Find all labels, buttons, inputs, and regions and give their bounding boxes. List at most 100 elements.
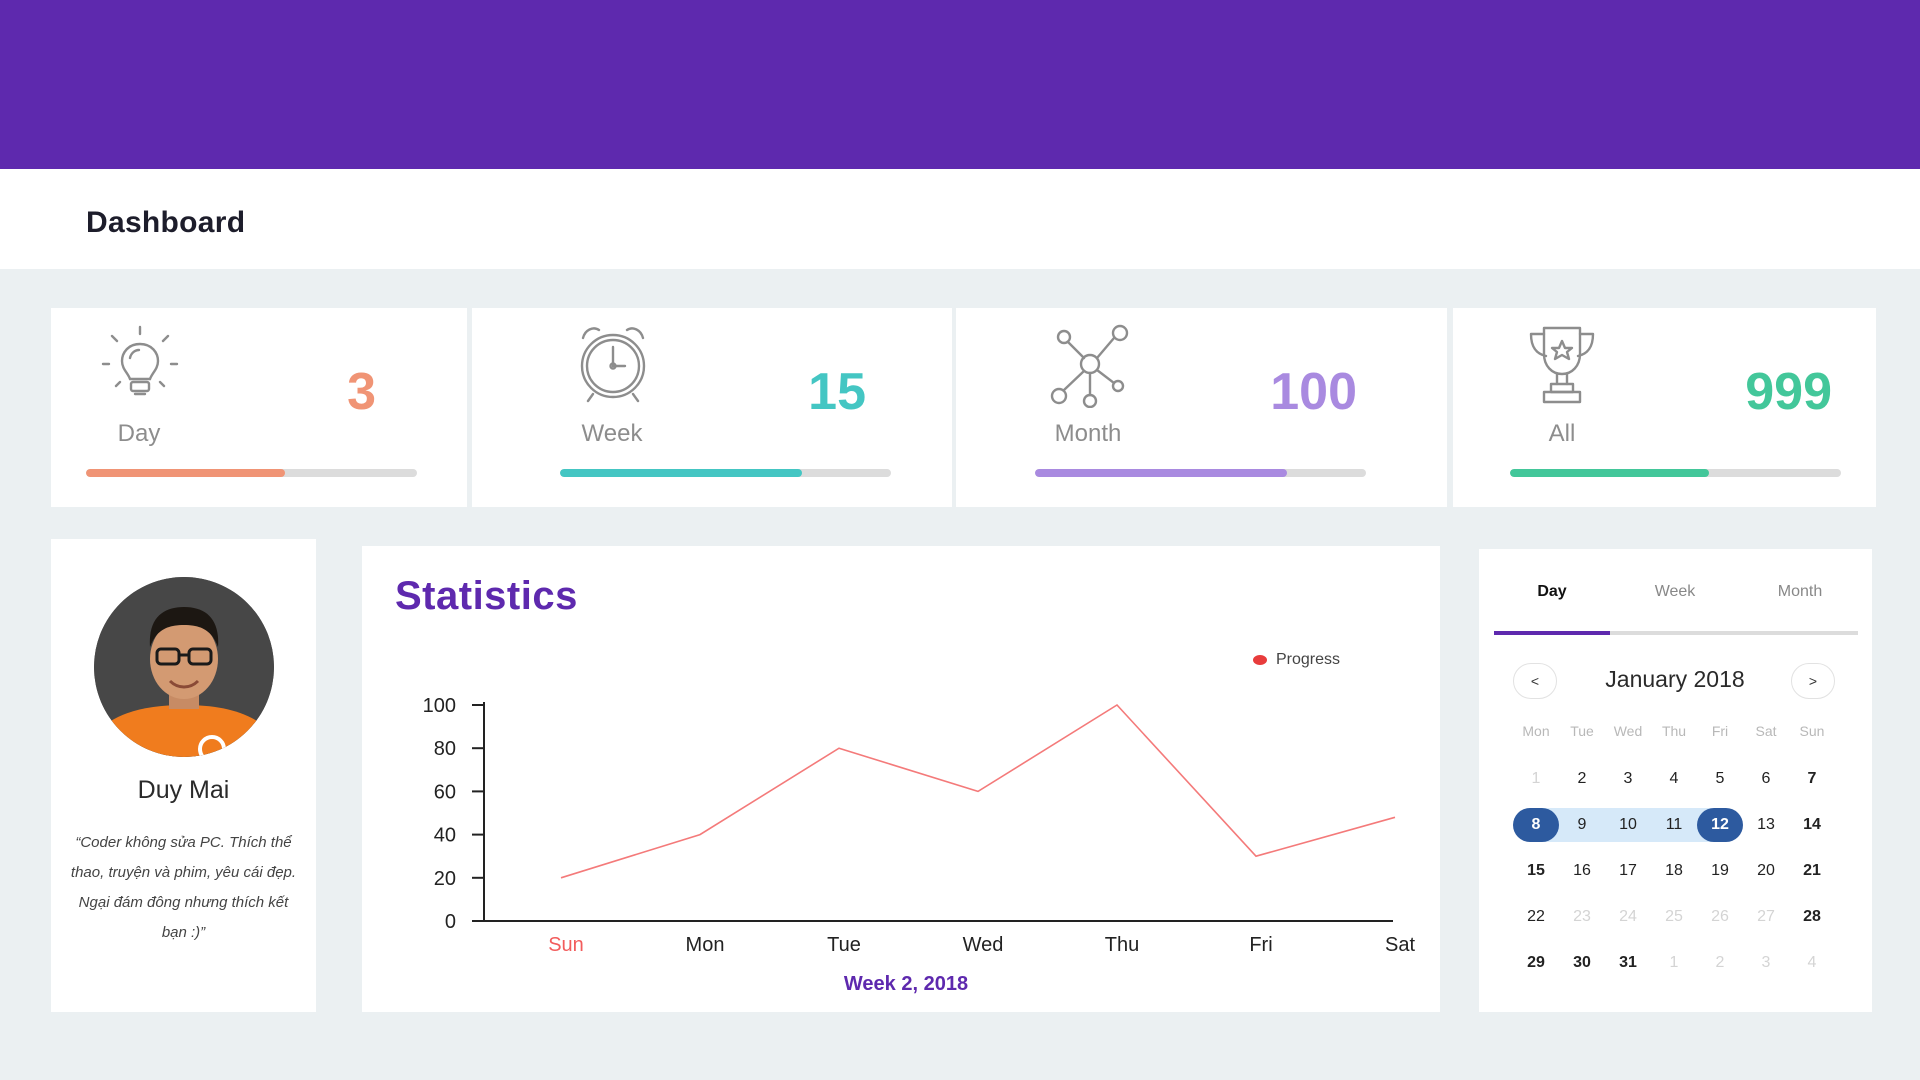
- x-tick-label: Wed: [963, 934, 1004, 956]
- calendar-day[interactable]: 28: [1789, 894, 1835, 940]
- calendar-weekday-header: Mon Tue Wed Thu Fri Sat Sun: [1513, 716, 1835, 746]
- calendar-day[interactable]: 13: [1743, 802, 1789, 848]
- stat-value: 100: [1270, 363, 1357, 421]
- calendar-day[interactable]: 11: [1651, 802, 1697, 848]
- avatar[interactable]: [94, 577, 274, 757]
- calendar-day[interactable]: 31: [1605, 940, 1651, 986]
- weekday-label: Tue: [1570, 723, 1594, 739]
- stat-card-all: All 999: [1453, 308, 1876, 507]
- top-banner: [0, 0, 1920, 169]
- stat-label: Week: [581, 420, 643, 447]
- alarm-clock-icon: [573, 322, 653, 409]
- tab-week[interactable]: Week: [1615, 583, 1735, 601]
- profile-name: Duy Mai: [137, 776, 230, 804]
- progress-bar-fill: [1510, 469, 1709, 477]
- calendar-day[interactable]: 16: [1559, 848, 1605, 894]
- calendar-day[interactable]: 29: [1513, 940, 1559, 986]
- calendar-day[interactable]: 25: [1651, 894, 1697, 940]
- calendar-day[interactable]: 19: [1697, 848, 1743, 894]
- calendar-day[interactable]: 21: [1789, 848, 1835, 894]
- page-title: Dashboard: [86, 206, 246, 239]
- stat-card-week: Week 15: [472, 308, 952, 507]
- stat-label: Month: [1054, 420, 1122, 447]
- title-bar: [0, 169, 1920, 269]
- calendar-day[interactable]: 5: [1697, 756, 1743, 802]
- calendar-day[interactable]: 2: [1559, 756, 1605, 802]
- calendar-day[interactable]: 3: [1605, 756, 1651, 802]
- calendar-day[interactable]: 4: [1789, 940, 1835, 986]
- calendar-month-label: January 2018: [1605, 666, 1745, 692]
- calendar-day[interactable]: 3: [1743, 940, 1789, 986]
- y-tick-label: 0: [445, 911, 456, 933]
- weekday-label: Fri: [1711, 723, 1729, 739]
- calendar-day[interactable]: 27: [1743, 894, 1789, 940]
- calendar-day[interactable]: 26: [1697, 894, 1743, 940]
- chart-week-label: Week 2, 2018: [843, 973, 969, 995]
- tab-month[interactable]: Month: [1740, 583, 1860, 601]
- y-tick-label: 40: [434, 825, 456, 847]
- calendar-day[interactable]: 1: [1651, 940, 1697, 986]
- calendar-week-row: 22 23 24 25 26 27 28: [1513, 894, 1835, 940]
- progress-bar-fill: [1035, 469, 1287, 477]
- prev-month-button[interactable]: <: [1513, 663, 1557, 699]
- legend-label: Progress: [1276, 651, 1341, 668]
- calendar-week-row: 8 9 10 11 12 13 14: [1513, 802, 1835, 848]
- progress-bar: [1510, 469, 1841, 477]
- y-tick-label: 80: [434, 738, 456, 760]
- calendar-day[interactable]: 8: [1513, 802, 1559, 848]
- chart-legend[interactable]: Progress: [1253, 651, 1340, 669]
- calendar-day[interactable]: 6: [1743, 756, 1789, 802]
- x-tick-label: Sun: [548, 934, 584, 956]
- stat-value: 3: [347, 363, 376, 421]
- calendar-day[interactable]: 22: [1513, 894, 1559, 940]
- calendar-day[interactable]: 7: [1789, 756, 1835, 802]
- stat-label: All: [1548, 420, 1576, 447]
- calendar-day[interactable]: 17: [1605, 848, 1651, 894]
- x-tick-label: Fri: [1249, 934, 1272, 956]
- calendar-day[interactable]: 9: [1559, 802, 1605, 848]
- x-tick-label: Sat: [1385, 934, 1415, 956]
- progress-bar: [560, 469, 891, 477]
- calendar-day[interactable]: 15: [1513, 848, 1559, 894]
- weekday-label: Mon: [1522, 723, 1550, 739]
- calendar-week-row: 1234567: [1513, 756, 1835, 802]
- calendar-grid: Mon Tue Wed Thu Fri Sat Sun 1 2 3 4 5 6 7 8 9 10 1…: [1513, 716, 1835, 986]
- legend-swatch: [1253, 655, 1267, 665]
- lightbulb-icon: [100, 324, 180, 411]
- stat-card-month: Month 100: [956, 308, 1447, 507]
- calendar-week-row: 15 16 17 18 19 20 21: [1513, 848, 1835, 894]
- calendar-day[interactable]: 18: [1651, 848, 1697, 894]
- y-tick-label: 20: [434, 868, 456, 890]
- next-month-button[interactable]: >: [1791, 663, 1835, 699]
- calendar-day[interactable]: 23: [1559, 894, 1605, 940]
- tab-day[interactable]: Day: [1492, 583, 1612, 601]
- weekday-label: Sun: [1799, 723, 1825, 739]
- calendar-day[interactable]: 20: [1743, 848, 1789, 894]
- x-tick-label: Mon: [686, 934, 725, 956]
- progress-bar-fill: [560, 469, 802, 477]
- y-tick-label: 100: [423, 695, 456, 717]
- stat-label: Day: [117, 420, 161, 447]
- calendar-day[interactable]: 12: [1697, 802, 1743, 848]
- weekday-label: Wed: [1613, 723, 1643, 739]
- calendar-day[interactable]: 14: [1789, 802, 1835, 848]
- calendar-day[interactable]: 24: [1605, 894, 1651, 940]
- calendar-day[interactable]: 10: [1605, 802, 1651, 848]
- trophy-icon: [1527, 324, 1597, 411]
- calendar-week-row: 29 30 31 1 2 3 4: [1513, 940, 1835, 986]
- calendar-day[interactable]: 30: [1559, 940, 1605, 986]
- stat-value: 999: [1745, 363, 1832, 421]
- statistics-title: Statistics: [395, 574, 578, 618]
- network-icon: [1048, 324, 1130, 413]
- calendar-day[interactable]: 1: [1513, 756, 1559, 802]
- progress-bar: [1035, 469, 1366, 477]
- y-tick-label: 60: [434, 781, 456, 803]
- progress-bar: [86, 469, 417, 477]
- weekday-label: Thu: [1661, 723, 1687, 739]
- tab-active-indicator: [1494, 631, 1610, 635]
- calendar-day[interactable]: 2: [1697, 940, 1743, 986]
- calendar-day[interactable]: 4: [1651, 756, 1697, 802]
- x-tick-label: Thu: [1105, 934, 1139, 956]
- progress-bar-fill: [86, 469, 285, 477]
- progress-line-chart: 0 20 40 60 80 100 Sun Mon Tue Wed Thu Fri Sat: [423, 695, 1416, 956]
